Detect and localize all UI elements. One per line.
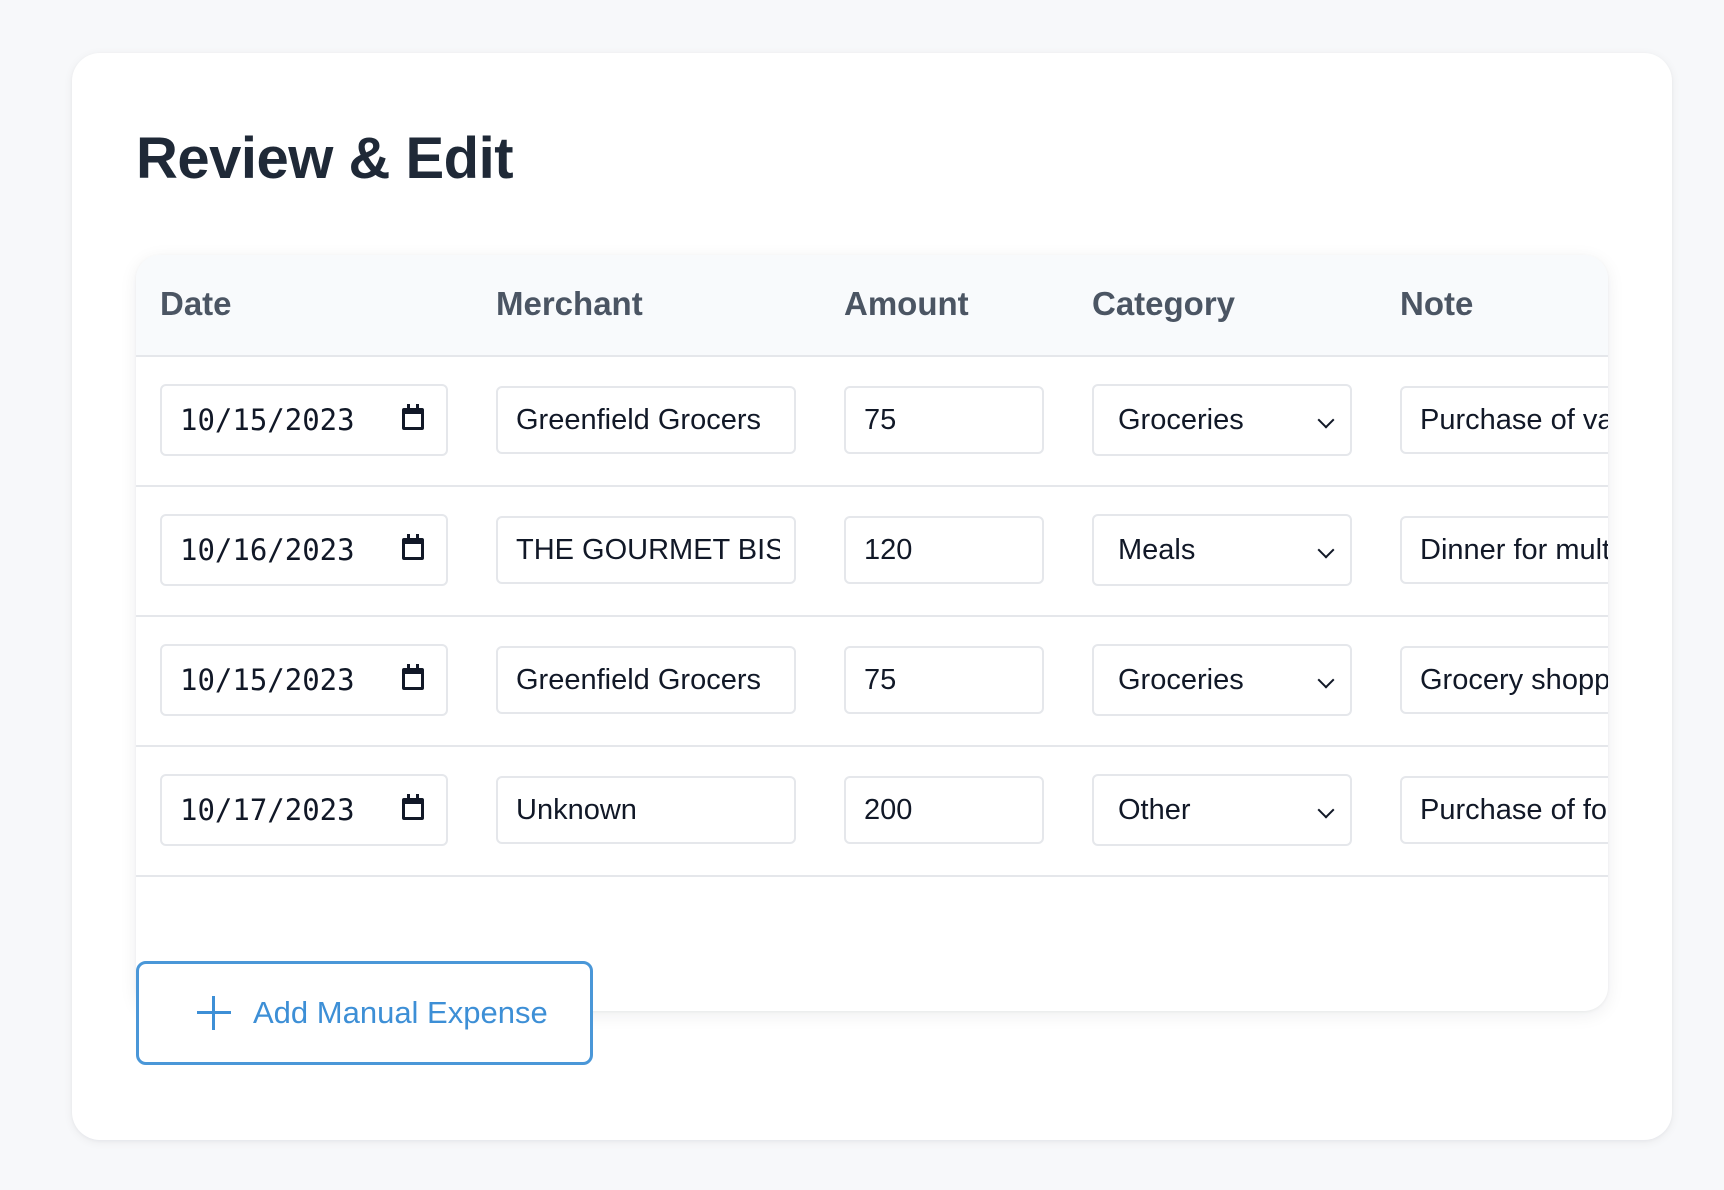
date-input[interactable]: 10/17/2023 (160, 774, 448, 846)
header-amount: Amount (844, 285, 969, 322)
category-value: Groceries (1118, 663, 1244, 696)
merchant-input[interactable]: Greenfield Grocers (496, 646, 796, 714)
amount-value: 75 (864, 403, 897, 436)
calendar-icon[interactable] (402, 794, 424, 820)
merchant-value: Greenfield Grocers (516, 403, 761, 436)
date-value: 10/16/2023 (180, 533, 355, 567)
chevron-down-icon (1317, 411, 1335, 429)
category-select[interactable]: Groceries (1092, 644, 1352, 716)
category-value: Meals (1118, 533, 1196, 566)
merchant-input[interactable]: Unknown (496, 776, 796, 844)
merchant-input[interactable]: Greenfield Grocers (496, 386, 796, 454)
header-merchant: Merchant (496, 285, 643, 322)
amount-input[interactable]: 75 (844, 646, 1044, 714)
amount-value: 200 (864, 793, 913, 826)
note-value: Purchase of fou (1420, 793, 1608, 826)
plus-icon (197, 996, 231, 1030)
date-input[interactable]: 10/16/2023 (160, 514, 448, 586)
date-value: 10/15/2023 (180, 663, 355, 697)
table-row: 10/15/2023 Greenfield Grocers 75 Groceri… (136, 357, 1608, 487)
review-edit-card: Review & Edit Date Merchant Amount Categ… (72, 53, 1672, 1140)
category-value: Groceries (1118, 403, 1244, 436)
amount-value: 120 (864, 533, 913, 566)
category-select[interactable]: Other (1092, 774, 1352, 846)
table-header: Date Merchant Amount Category Note (136, 255, 1608, 357)
chevron-down-icon (1317, 801, 1335, 819)
merchant-input[interactable]: THE GOURMET BIST (496, 516, 796, 584)
date-value: 10/17/2023 (180, 793, 355, 827)
note-input[interactable]: Purchase of var (1400, 386, 1608, 454)
category-select[interactable]: Groceries (1092, 384, 1352, 456)
note-input[interactable]: Dinner for multi (1400, 516, 1608, 584)
merchant-value: THE GOURMET BIST (516, 533, 780, 566)
note-value: Purchase of var (1420, 403, 1608, 436)
merchant-value: Unknown (516, 793, 637, 826)
amount-input[interactable]: 200 (844, 776, 1044, 844)
category-select[interactable]: Meals (1092, 514, 1352, 586)
calendar-icon[interactable] (402, 534, 424, 560)
note-input[interactable]: Purchase of fou (1400, 776, 1608, 844)
table-row: 10/15/2023 Greenfield Grocers 75 Groceri… (136, 617, 1608, 747)
amount-input[interactable]: 75 (844, 386, 1044, 454)
page-title: Review & Edit (136, 126, 514, 191)
amount-value: 75 (864, 663, 897, 696)
note-input[interactable]: Grocery shoppi (1400, 646, 1608, 714)
note-value: Dinner for multi (1420, 533, 1608, 566)
table-row: 10/17/2023 Unknown 200 Other Purchase of… (136, 747, 1608, 877)
chevron-down-icon (1317, 541, 1335, 559)
header-date: Date (160, 285, 232, 322)
header-category: Category (1092, 285, 1236, 322)
note-value: Grocery shoppi (1420, 663, 1608, 696)
calendar-icon[interactable] (402, 404, 424, 430)
amount-input[interactable]: 120 (844, 516, 1044, 584)
category-value: Other (1118, 793, 1191, 826)
add-manual-expense-button[interactable]: Add Manual Expense (136, 961, 593, 1065)
merchant-value: Greenfield Grocers (516, 663, 761, 696)
table-row: 10/16/2023 THE GOURMET BIST 120 Meals Di… (136, 487, 1608, 617)
expenses-table: Date Merchant Amount Category Note 10/15… (136, 255, 1608, 1011)
calendar-icon[interactable] (402, 664, 424, 690)
add-manual-expense-label: Add Manual Expense (253, 995, 548, 1030)
date-input[interactable]: 10/15/2023 (160, 644, 448, 716)
date-input[interactable]: 10/15/2023 (160, 384, 448, 456)
date-value: 10/15/2023 (180, 403, 355, 437)
chevron-down-icon (1317, 671, 1335, 689)
header-note: Note (1400, 285, 1474, 322)
